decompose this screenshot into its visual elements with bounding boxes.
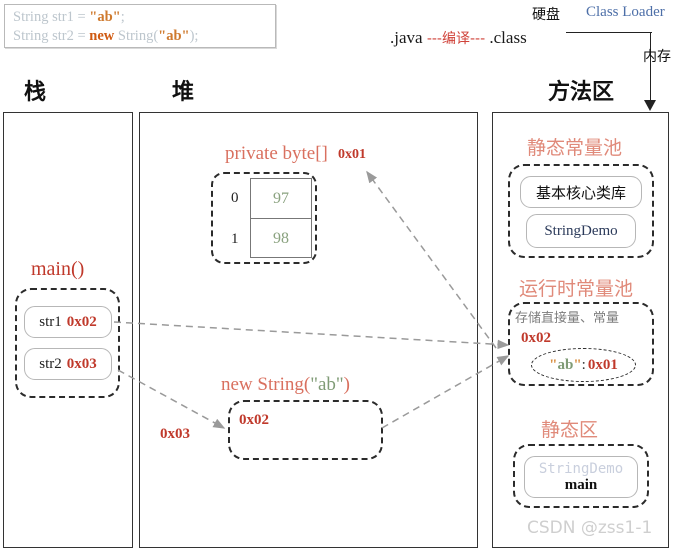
main-stack-frame-region — [15, 288, 120, 398]
method-area-column-header: 方法区 — [548, 80, 615, 105]
classloader-arrow-horizontal — [566, 32, 652, 33]
static-constant-pool-title: 静态常量池 — [527, 137, 623, 159]
new-string-title: new String("ab") — [221, 374, 350, 396]
code-line2-literal: "ab" — [158, 28, 190, 44]
variable-name-str1: str1 — [39, 313, 62, 330]
static-area-title: 静态区 — [541, 419, 599, 441]
new-string-incoming-address: 0x03 — [160, 426, 190, 442]
byte-array-index-1: 1 — [231, 231, 239, 247]
variable-name-str2: str2 — [39, 355, 62, 372]
runtime-constant-pool-title: 运行时常量池 — [519, 278, 634, 300]
classloader-arrow-vertical — [650, 32, 651, 104]
variable-value-str2: 0x03 — [66, 355, 97, 372]
pool-entry-quote-open: " — [549, 356, 558, 373]
code-line-1: String str1 = "ab"; — [13, 8, 269, 27]
new-string-internal-address: 0x02 — [239, 412, 269, 428]
variable-slot-str1: str1 0x02 — [24, 306, 112, 338]
code-line2-keyword: new — [89, 28, 115, 44]
byte-array-index-0: 0 — [231, 190, 239, 206]
pool-entry-quote-close: " — [573, 356, 582, 373]
code-line2-mid: String( — [114, 28, 159, 44]
compile-pipeline: .java ---编译--- .class — [390, 28, 527, 48]
pool-entry-key: ab — [557, 356, 574, 373]
watermark-label: CSDN @zss1-1 — [527, 518, 653, 538]
byte-array-cell-0: 97 — [251, 179, 311, 219]
stringdemo-class-box: StringDemo — [526, 214, 636, 248]
new-string-title-suffix: ) — [343, 374, 350, 395]
class-file-label: .class — [489, 28, 527, 47]
code-line2-prefix: String str2 = — [13, 28, 90, 44]
heap-column-header: 堆 — [172, 80, 195, 105]
byte-array-title: private byte[] — [225, 143, 328, 164]
pool-entry-value: 0x01 — [587, 356, 618, 373]
new-string-title-prefix: new String( — [221, 374, 311, 395]
static-area-method-box: StringDemo main — [524, 456, 638, 498]
java-source-label: .java — [390, 28, 423, 47]
class-loader-label: Class Loader — [586, 4, 665, 20]
new-string-title-literal: "ab" — [310, 374, 344, 395]
byte-array-address: 0x01 — [338, 147, 366, 162]
stack-column-header: 栈 — [24, 80, 47, 105]
static-area-class-label: StringDemo — [538, 460, 624, 477]
stringdemo-class-label: StringDemo — [544, 222, 618, 239]
pool-entry-colon: : — [581, 356, 586, 373]
memory-label: 内存 — [643, 49, 671, 65]
code-line1-literal: "ab" — [89, 9, 121, 25]
byte-array-table: 97 98 — [250, 178, 312, 258]
code-line1-prefix: String str1 = — [13, 9, 90, 25]
code-line2-suffix: ); — [189, 28, 199, 44]
variable-slot-str2: str2 0x03 — [24, 348, 112, 380]
variable-value-str1: 0x02 — [66, 313, 97, 330]
static-area-method-label: main — [564, 476, 598, 493]
string-pool-entry-ellipse: " ab ":0x01 — [531, 348, 636, 382]
new-string-object-region — [228, 400, 383, 460]
byte-array-cell-1: 98 — [273, 230, 289, 247]
code-line1-suffix: ; — [120, 9, 125, 25]
classloader-arrow-head — [644, 100, 656, 111]
core-library-box: 基本核心类库 — [520, 176, 642, 208]
runtime-pool-note: 存储直接量、常量 — [515, 311, 620, 326]
code-snippet-box: String str1 = "ab"; String str2 = new St… — [4, 4, 276, 48]
main-method-frame-label: main() — [31, 258, 85, 280]
core-library-label: 基本核心类库 — [535, 183, 626, 202]
runtime-pool-address: 0x02 — [521, 330, 551, 346]
compile-arrow-label: ---编译--- — [426, 31, 486, 47]
hard-disk-label: 硬盘 — [532, 7, 560, 23]
code-line-2: String str2 = new String("ab"); — [13, 27, 269, 46]
